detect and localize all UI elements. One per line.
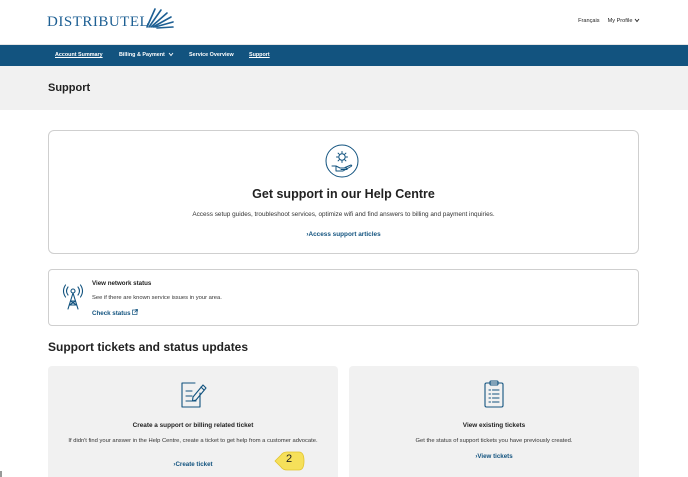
main-navbar: Account Summary Billing & Payment Servic… [0,45,688,66]
page-title-band [0,66,688,110]
access-support-articles-link[interactable]: ›Access support articles [49,231,638,238]
external-link-icon [132,309,139,315]
view-tickets-link[interactable]: ›View tickets [349,453,639,460]
nav-billing-payment[interactable]: Billing & Payment [119,52,174,58]
view-tickets-label: View tickets [477,453,513,460]
hand-gear-icon [325,144,359,178]
view-tickets-card: View existing tickets Get the status of … [349,366,639,477]
help-centre-description: Access setup guides, troubleshoot servic… [192,211,495,218]
page-title: Support [48,82,91,94]
help-centre-heading: Get support in our Help Centre [252,187,435,201]
chevron-down-icon [168,52,174,57]
edit-document-icon [181,382,207,408]
distributel-logo[interactable]: DISTRIBUTEL [47,8,175,34]
network-status-card: View network status See if there are kno… [48,269,639,326]
access-support-articles-label: Access support articles [308,231,381,238]
sunburst-logo-icon [146,8,174,29]
nav-support[interactable]: Support [249,52,270,58]
logo-text: DISTRIBUTEL [47,13,150,30]
create-ticket-description: If didn't find your answer in the Help C… [68,438,318,444]
view-tickets-title: View existing tickets [462,422,526,429]
check-status-link[interactable]: Check status [92,309,139,317]
step-callout-badge: 2 [272,450,306,472]
scrollbar-edge [0,471,2,477]
help-centre-card: Get support in our Help Centre Access se… [48,130,639,254]
callout-number: 2 [285,453,293,465]
check-status-label: Check status [92,310,131,317]
my-profile-menu[interactable]: My Profile [608,18,640,24]
nav-account-summary[interactable]: Account Summary [55,52,103,58]
my-profile-label: My Profile [607,18,633,24]
network-status-description: See if there are known service issues in… [92,295,222,301]
antenna-icon [62,284,84,310]
nav-service-overview[interactable]: Service Overview [189,52,234,58]
clipboard-list-icon [484,380,504,408]
tickets-section-title: Support tickets and status updates [48,340,249,354]
language-link[interactable]: Français [578,18,599,24]
create-ticket-label: Create ticket [175,461,213,468]
create-ticket-title: Create a support or billing related tick… [132,422,254,429]
chevron-down-icon [634,18,640,23]
view-tickets-description: Get the status of support tickets you ha… [415,438,573,444]
network-status-title: View network status [92,280,152,287]
top-header: DISTRIBUTEL Français My Profile [0,0,688,45]
nav-billing-payment-label: Billing & Payment [119,52,165,58]
